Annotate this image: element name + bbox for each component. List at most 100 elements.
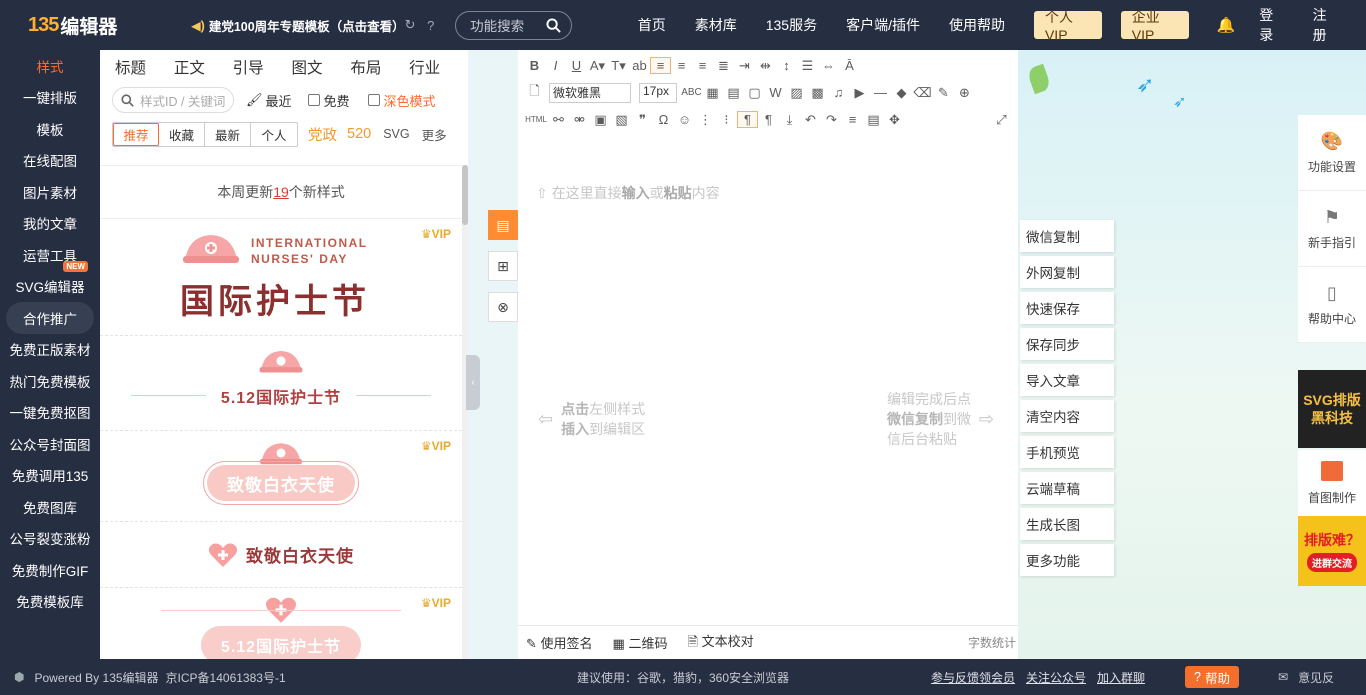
sidebar-item-free-gallery[interactable]: 免费图库 <box>0 491 100 523</box>
sidebar-item-template[interactable]: 模板 <box>0 113 100 145</box>
expand-icon[interactable]: ⤢ <box>991 112 1012 128</box>
login-link[interactable]: 登录 <box>1259 5 1284 45</box>
proofread-button[interactable]: 🗎 文本校对 <box>687 631 753 655</box>
help-center-button[interactable]: ▯ 帮助中心 <box>1298 267 1366 343</box>
qrcode-button[interactable]: ▦ 二维码 <box>613 633 668 652</box>
nav-materials[interactable]: 素材库 <box>695 15 737 35</box>
tab-image-text[interactable]: 图文 <box>291 56 350 78</box>
sidebar-item-template-lib[interactable]: 免费模板库 <box>0 586 100 618</box>
find-icon[interactable]: ⊕ <box>954 85 975 101</box>
svg-tech-banner[interactable]: SVG排版 黑科技 <box>1298 370 1366 448</box>
clear-format-icon[interactable]: ⌫ <box>912 85 933 101</box>
cover-maker-button[interactable]: 首图制作 <box>1298 450 1366 516</box>
tab-layout[interactable]: 布局 <box>350 56 409 78</box>
sidebar-item-style[interactable]: 样式 <box>0 50 100 82</box>
style-card-5[interactable]: ♛VIP 5.12国际护士节 <box>100 588 462 659</box>
refresh-icon[interactable]: ↻ <box>404 17 417 33</box>
spellcheck-icon[interactable]: ABC <box>681 87 702 98</box>
sidebar-item-one-click-layout[interactable]: 一键排版 <box>0 82 100 114</box>
notice-banner[interactable]: ◀) 建党100周年专题模板（点击查看） <box>191 16 396 35</box>
template-icon[interactable]: ▣ <box>590 112 611 128</box>
search-icon[interactable] <box>546 17 561 33</box>
margin-icon[interactable]: ⇹ <box>755 58 776 74</box>
align-right-icon[interactable]: ≡ <box>692 58 713 73</box>
align-justify-icon[interactable]: ≣ <box>713 58 734 74</box>
omega-icon[interactable]: Ω <box>653 112 674 127</box>
guide-button[interactable]: ⚑ 新手指引 <box>1298 191 1366 267</box>
sidebar-item-online-image[interactable]: 在线配图 <box>0 145 100 177</box>
function-search-input[interactable]: 功能搜索 <box>455 10 572 40</box>
logo[interactable]: 135 编辑器 <box>28 12 191 39</box>
nav-service[interactable]: 135服务 <box>766 15 817 35</box>
scrollbar-thumb[interactable] <box>462 165 468 225</box>
new-doc-icon[interactable]: ⊞ <box>488 251 518 281</box>
underline-icon[interactable]: U <box>566 58 587 73</box>
paragraph-spacing-icon[interactable]: ☰ <box>797 58 818 74</box>
panel-collapse-handle[interactable]: ‹ <box>466 355 480 410</box>
paragraph-format-icon[interactable]: ≡ <box>842 112 863 127</box>
enterprise-vip-button[interactable]: 企业VIP <box>1120 9 1189 43</box>
sub-tab-personal[interactable]: 个人 <box>251 123 297 146</box>
style-card-1[interactable]: ♛VIP INTERNATIONAL NURSES' DAY 国际护士节 <box>100 219 462 336</box>
long-image-button[interactable]: 生成长图 <box>1020 508 1114 540</box>
editor-placeholder[interactable]: ⇧ 在这里直接输入或粘贴内容 <box>536 183 720 203</box>
background-color-icon[interactable]: ab <box>629 58 650 73</box>
tab-guide[interactable]: 引导 <box>233 56 292 78</box>
preview-icon[interactable]: ▤ <box>863 112 884 128</box>
background-icon[interactable]: ▧ <box>611 112 632 128</box>
rtl-icon[interactable]: ¶ <box>758 112 779 127</box>
nav-home[interactable]: 首页 <box>638 15 666 35</box>
style-list-scrollbar[interactable] <box>462 165 468 659</box>
free-checkbox[interactable]: 免费 <box>307 91 350 110</box>
sidebar-item-image-material[interactable]: 图片素材 <box>0 176 100 208</box>
sidebar-item-cutout[interactable]: 一键免费抠图 <box>0 397 100 429</box>
quick-save-button[interactable]: 快速保存 <box>1020 292 1114 324</box>
sidebar-item-fission[interactable]: 公号裂变涨粉 <box>0 523 100 555</box>
import-article-button[interactable]: 导入文章 <box>1020 364 1114 396</box>
line-height-icon[interactable]: ↕ <box>776 58 797 73</box>
tag-svg[interactable]: SVG <box>383 127 409 141</box>
join-group-button[interactable]: 进群交流 <box>1307 553 1357 572</box>
align-left-icon[interactable]: ≡ <box>650 57 671 74</box>
bell-icon[interactable]: 🔔 <box>1217 16 1236 34</box>
register-link[interactable]: 注册 <box>1313 5 1338 45</box>
external-copy-button[interactable]: 外网复制 <box>1020 256 1114 288</box>
format-brush-icon[interactable]: ◆ <box>891 85 912 101</box>
sub-tab-latest[interactable]: 最新 <box>205 122 251 146</box>
feedback-link[interactable]: 参与反馈领会员 <box>931 669 1015 686</box>
cloud-draft-button[interactable]: 云端草稿 <box>1020 472 1114 504</box>
emoji-icon[interactable]: ☺ <box>674 112 695 127</box>
style-search-input[interactable]: 样式ID / 关键词 <box>112 87 234 113</box>
week-count[interactable]: 19 <box>273 184 289 200</box>
insert-row-icon[interactable]: ⤓ <box>779 112 800 128</box>
more-functions-button[interactable]: 更多功能 <box>1020 544 1114 576</box>
style-card-2[interactable]: 5.12国际护士节 <box>100 336 462 431</box>
wechat-copy-button[interactable]: 微信复制 <box>1020 220 1114 252</box>
bold-icon[interactable]: B <box>524 58 545 73</box>
nav-help[interactable]: 使用帮助 <box>949 15 1005 35</box>
personal-vip-button[interactable]: 个人VIP <box>1033 9 1102 43</box>
font-family-select[interactable]: 微软雅黑 <box>549 82 631 103</box>
image-icon[interactable]: ▨ <box>786 85 807 101</box>
video-icon[interactable]: ▶ <box>849 85 870 101</box>
document-icon[interactable]: ▤ <box>488 210 518 240</box>
quote-icon[interactable]: ❞ <box>632 112 653 128</box>
tab-industry[interactable]: 行业 <box>409 56 468 78</box>
sidebar-item-ops-tools[interactable]: 运营工具 NEW <box>0 239 100 272</box>
magic-icon[interactable]: ✎ <box>933 85 954 101</box>
sidebar-item-hot-templates[interactable]: 热门免费模板 <box>0 365 100 397</box>
mobile-preview-button[interactable]: 手机预览 <box>1020 436 1114 468</box>
free-checkbox-box[interactable] <box>307 94 320 106</box>
dark-mode-checkbox-box[interactable] <box>367 94 380 106</box>
undo-icon[interactable]: ↶ <box>800 112 821 128</box>
help-button[interactable]: ? 帮助 <box>1185 666 1239 688</box>
tab-title[interactable]: 标题 <box>115 56 174 78</box>
page-icon[interactable]: 🗋 <box>524 82 545 104</box>
table-icon[interactable]: ▦ <box>702 85 723 101</box>
save-sync-button[interactable]: 保存同步 <box>1020 328 1114 360</box>
sidebar-item-free-135[interactable]: 免费调用135 <box>0 460 100 492</box>
text-box-icon[interactable]: ▢ <box>744 85 765 101</box>
icp-text[interactable]: 京ICP备14061383号-1 <box>166 669 286 686</box>
ltr-icon[interactable]: ¶ <box>737 111 758 128</box>
italic-icon[interactable]: I <box>545 58 566 73</box>
